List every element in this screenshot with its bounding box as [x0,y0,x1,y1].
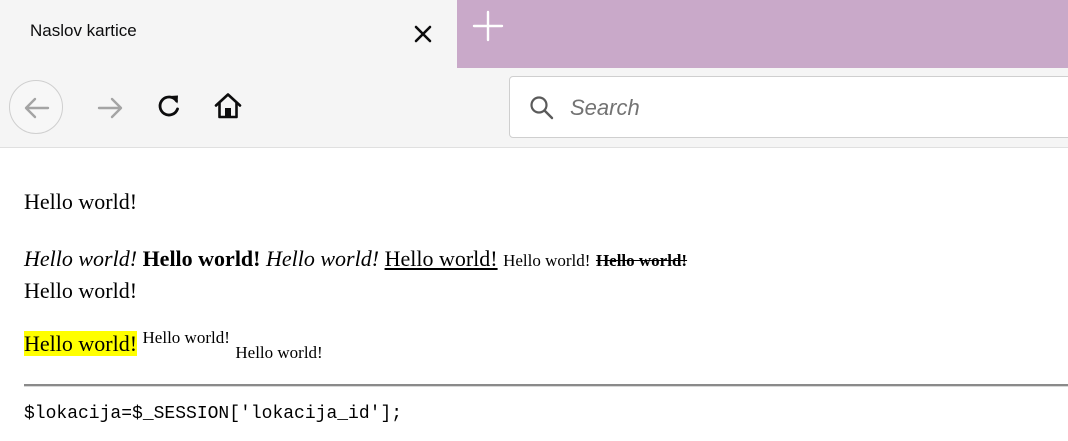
underlined-text: Hello world! [384,246,498,271]
arrow-left-icon [24,97,50,119]
tab-strip: Naslov kartice [0,0,1068,68]
small-text: Hello world! [503,251,591,270]
home-icon [214,93,242,119]
plain-text: Hello world! [24,278,138,303]
close-icon [414,25,432,43]
close-tab-button[interactable] [403,14,443,54]
mixed-text-line: Hello world! Hello world! Hello world! [24,328,323,362]
highlighted-text: Hello world! [24,331,138,356]
horizontal-rule [24,384,1068,387]
new-tab-button[interactable] [468,6,508,46]
forward-button[interactable] [96,94,126,127]
home-button[interactable] [213,91,243,126]
nav-bar: Search [0,68,1068,148]
paragraph-hello: Hello world! [24,189,138,214]
plus-icon [472,10,504,42]
formatted-text-line: Hello world! Hello world! Hello world! H… [24,244,687,276]
reload-button[interactable] [155,92,183,125]
superscript-text: Hello world! [142,328,230,347]
emphasis-text: Hello world! [266,246,380,271]
code-line: $lokacija=$_SESSION['lokacija_id']; [24,404,403,424]
italic-text: Hello world! [24,246,138,271]
search-icon [530,96,554,120]
search-input[interactable]: Search [509,76,1068,138]
active-tab[interactable]: Naslov kartice [0,0,457,68]
arrow-right-icon [97,97,123,119]
back-button[interactable] [9,80,63,134]
page-content: Hello world! Hello world! Hello world! H… [0,148,1068,441]
subscript-text: Hello world! [235,343,323,362]
strikethrough-text: Hello world! [595,251,688,270]
tab-title: Naslov kartice [30,21,137,40]
bold-text: Hello world! [142,246,261,271]
reload-icon [158,95,179,117]
search-placeholder: Search [570,95,640,120]
